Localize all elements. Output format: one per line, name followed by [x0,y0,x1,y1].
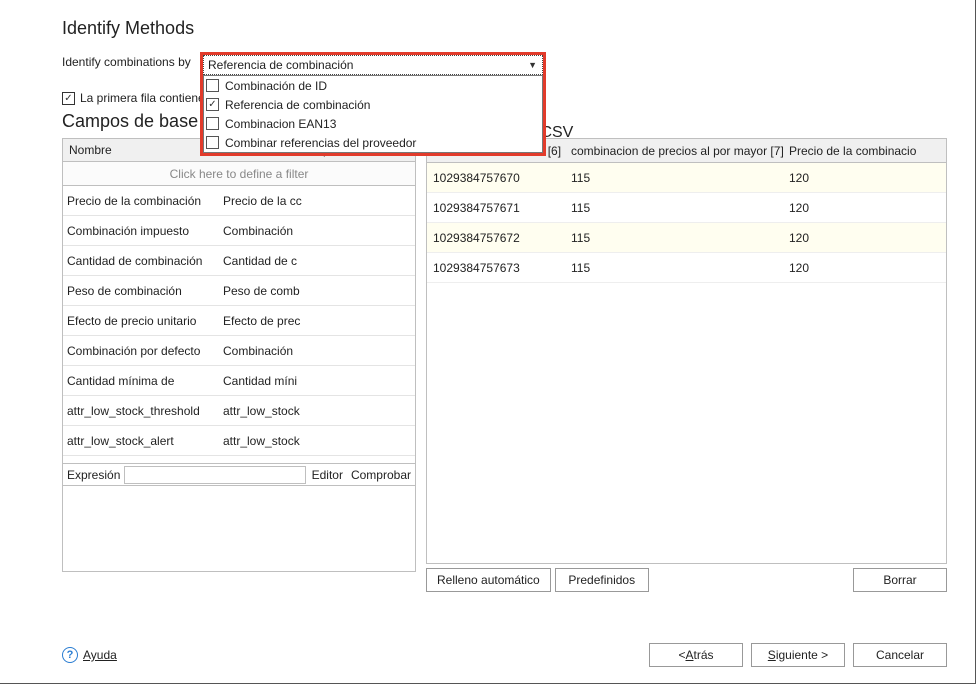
table-row[interactable]: Combinación por defectoCombinación [63,336,415,366]
chevron-down-icon: ▼ [528,60,540,70]
autofill-button[interactable]: Relleno automático [426,568,551,592]
expression-input[interactable] [124,466,305,484]
table-row[interactable]: Fecha disponible delFecha disponi [63,456,415,464]
next-button[interactable]: Siguiente > [751,643,845,667]
identify-dropdown-list: Combinación de ID ✓ Referencia de combin… [203,75,543,153]
table-row[interactable]: 1029384757671115120 [427,193,946,223]
fields-grid-body[interactable]: Precio de la combinaciónPrecio de la cc … [62,186,416,464]
data-preview: Combinacion EAN13 [6] combinacion de pre… [426,138,947,592]
table-row[interactable]: 1029384757670115120 [427,163,946,193]
help-label: Ayuda [83,648,117,662]
checkbox-icon [206,79,219,92]
first-row-checkbox-label: La primera fila contiene [80,91,205,105]
identify-dropdown-highlight: Referencia de combinación ▼ Combinación … [200,52,546,156]
table-row[interactable]: attr_low_stock_alertattr_low_stock [63,426,415,456]
dropdown-option-label: Referencia de combinación [225,98,370,112]
clear-button[interactable]: Borrar [853,568,947,592]
col-header-name[interactable]: Nombre [63,143,221,157]
panels: Nombre Columna ✎ ✎ Expression Click here… [62,138,947,592]
data-buttons: Relleno automático Predefinidos Borrar [426,568,947,592]
page-title: Identify Methods [62,18,947,39]
table-row[interactable]: 1029384757672115120 [427,223,946,253]
first-row-checkbox[interactable]: ✓ [62,92,75,105]
expression-row: Expresión Editor Comprobar [62,464,416,486]
expression-editor-button[interactable]: Editor [308,468,347,482]
table-row[interactable]: 1029384757673115120 [427,253,946,283]
table-row[interactable]: Efecto de precio unitarioEfecto de prec [63,306,415,336]
expression-label: Expresión [63,468,124,482]
dropdown-option[interactable]: Combinacion EAN13 [204,114,542,133]
data-grid: Combinacion EAN13 [6] combinacion de pre… [426,138,947,564]
identify-label: Identify combinations by [62,55,191,69]
table-row[interactable]: Cantidad de combinaciónCantidad de c [63,246,415,276]
fields-grid: Nombre Columna ✎ ✎ Expression Click here… [62,138,416,592]
dialog-panel: Identify Methods Identify combinations b… [0,0,976,684]
expression-check-button[interactable]: Comprobar [347,468,415,482]
dropdown-option[interactable]: ✓ Referencia de combinación [204,95,542,114]
back-button[interactable]: < Atrás [649,643,743,667]
table-row[interactable]: Cantidad mínima deCantidad míni [63,366,415,396]
table-row[interactable]: Precio de la combinaciónPrecio de la cc [63,186,415,216]
checkbox-icon [206,136,219,149]
expression-textarea[interactable] [62,486,416,572]
checkbox-checked-icon: ✓ [206,98,219,111]
predefined-button[interactable]: Predefinidos [555,568,649,592]
filter-row[interactable]: Click here to define a filter [62,162,416,186]
dialog-footer: ? Ayuda < Atrás Siguiente > Cancelar [62,643,947,667]
dropdown-option[interactable]: Combinación de ID [204,76,542,95]
dropdown-option-label: Combinar referencias del proveedor [225,136,416,150]
col-header[interactable]: Precio de la combinacio [785,144,946,158]
table-row[interactable]: Peso de combinaciónPeso de comb [63,276,415,306]
table-row[interactable]: attr_low_stock_thresholdattr_low_stock [63,396,415,426]
identify-dropdown[interactable]: Referencia de combinación ▼ [203,55,543,75]
dropdown-option-label: Combinacion EAN13 [225,117,336,131]
help-link[interactable]: ? Ayuda [62,647,117,663]
dropdown-option-label: Combinación de ID [225,79,327,93]
col-header[interactable]: combinacion de precios al por mayor [7] [567,144,785,158]
table-row[interactable]: Combinación impuestoCombinación [63,216,415,246]
cancel-button[interactable]: Cancelar [853,643,947,667]
help-icon: ? [62,647,78,663]
checkbox-icon [206,117,219,130]
dropdown-option[interactable]: Combinar referencias del proveedor [204,133,542,152]
identify-dropdown-value: Referencia de combinación [208,58,353,72]
